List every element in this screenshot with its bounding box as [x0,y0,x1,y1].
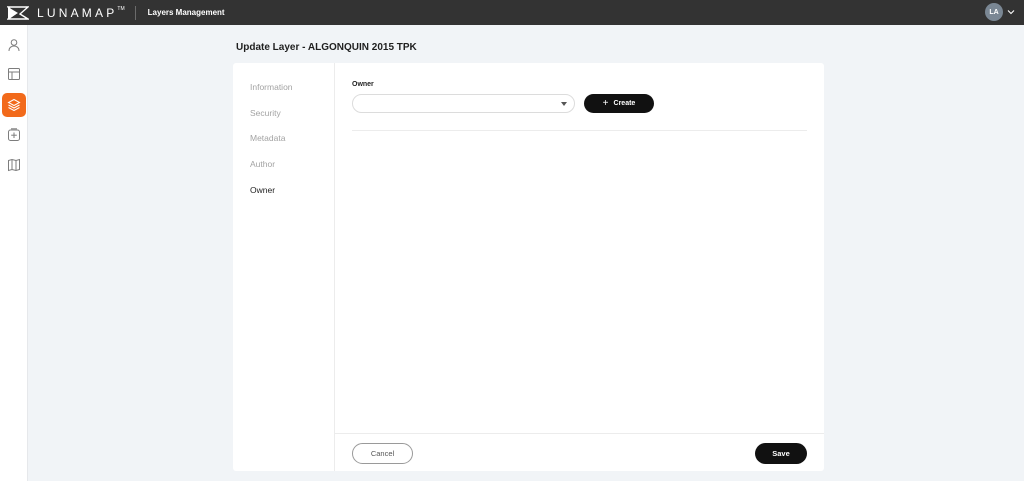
create-owner-button[interactable]: + Create [584,94,654,113]
owner-section: Owner + Create [335,63,824,433]
section-tabs: Information Security Metadata Author Own… [233,63,335,471]
sidebar-item-layers[interactable] [2,93,26,117]
chevron-down-icon[interactable] [1006,7,1016,17]
sidebar-item-users[interactable] [2,33,26,57]
add-tile-icon [8,128,20,141]
tab-information[interactable]: Information [250,82,293,92]
sidebar-item-maps[interactable] [2,153,26,177]
sidebar-item-dashboard[interactable] [2,62,26,86]
app-title: Layers Management [147,8,225,17]
layers-icon [7,98,21,112]
lunamap-logo-icon [7,5,29,20]
brand-trademark: TM [117,5,125,12]
plus-icon: + [602,97,609,109]
map-icon [8,158,20,172]
page-title: Update Layer - ALGONQUIN 2015 TPK [236,42,417,53]
top-bar: LUNAMAP TM Layers Management LA [0,0,1024,25]
sidebar-item-add[interactable] [2,123,26,147]
tab-metadata[interactable]: Metadata [250,133,285,143]
user-menu[interactable]: LA [985,3,1016,21]
section-divider [352,130,807,131]
avatar[interactable]: LA [985,3,1003,21]
tab-author[interactable]: Author [250,159,275,169]
update-layer-card: Information Security Metadata Author Own… [233,63,824,471]
layout-icon [8,68,20,80]
tab-owner[interactable]: Owner [250,185,275,195]
caret-down-icon [561,102,567,106]
create-button-label: Create [613,100,636,107]
topbar-divider [134,5,136,20]
brand-name: LUNAMAP [37,5,118,20]
sidebar [0,25,28,481]
save-button[interactable]: Save [755,443,807,464]
owner-select[interactable] [352,94,575,113]
lunamap-logo[interactable]: LUNAMAP TM [7,0,125,25]
form-footer: Cancel Save [335,433,824,471]
tab-security[interactable]: Security [250,108,281,118]
cancel-button[interactable]: Cancel [352,443,413,464]
owner-label: Owner [352,81,374,88]
user-icon [8,39,20,52]
